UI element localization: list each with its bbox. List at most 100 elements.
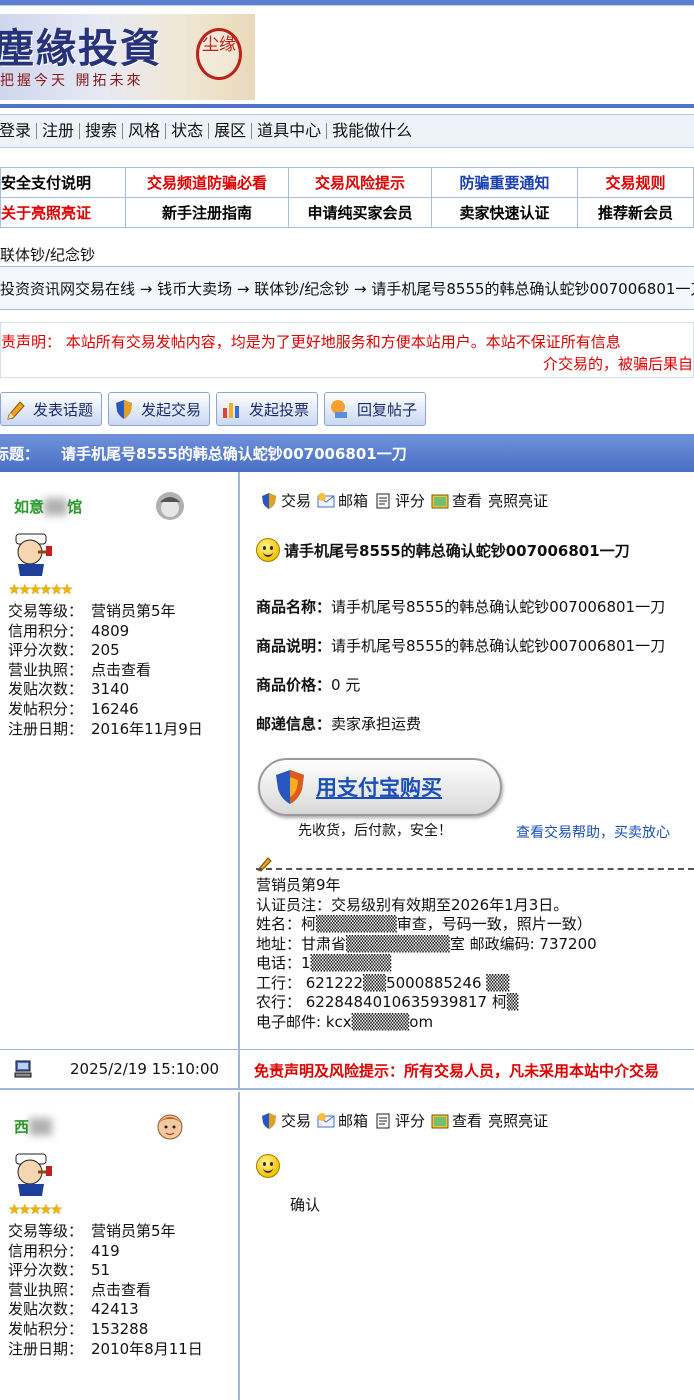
category-label[interactable]: 联体钞/纪念钞 <box>0 244 95 265</box>
nav-help[interactable]: 我能做什么 <box>327 123 417 139</box>
info-value: 16246 <box>91 699 139 718</box>
goods-row: 商品说明：请手机尾号8555的韩总确认蛇钞007006801一刀 <box>256 635 665 655</box>
goods-key: 商品价格： <box>256 676 332 694</box>
info-value: 营销员第5年 <box>91 602 176 620</box>
info-row: 交易等级： 营销员第5年 <box>8 1222 203 1242</box>
top-stripe <box>0 0 694 6</box>
rate-tool[interactable]: 评分 <box>374 1110 425 1131</box>
quick-link[interactable]: 申请纯买家会员 <box>288 197 432 228</box>
info-value: 419 <box>91 1241 120 1260</box>
view-tool[interactable]: 查看 <box>431 490 482 511</box>
avatar <box>156 492 184 520</box>
quick-link[interactable]: 新手注册指南 <box>125 197 289 228</box>
info-value: 2010年8月11日 <box>91 1339 203 1358</box>
nav-style[interactable]: 风格 <box>123 123 167 139</box>
info-row: 注册日期： 2010年8月11日 <box>8 1340 203 1360</box>
license-link[interactable]: 点击查看 <box>91 661 151 681</box>
disclaimer-line1: 责声明： 本站所有交易发帖内容，均是为了更好地服务和方便本站用户。本站不保证所有… <box>1 333 621 351</box>
info-value: 4809 <box>91 621 130 640</box>
info-value: 51 <box>91 1261 111 1280</box>
trade-tool-label: 交易 <box>281 492 312 510</box>
info-row: 发帖积分： 153288 <box>8 1320 203 1340</box>
post-content: 交易 邮箱 评分 查看 亮照亮证 请手机尾号8555的韩总确认蛇钞0070068… <box>242 472 694 1049</box>
topic-title: 请手机尾号8555的韩总确认蛇钞007006801一刀 <box>61 444 407 463</box>
quick-link[interactable]: 防骗重要通知 <box>431 167 578 198</box>
post-subject-text: 请手机尾号8555的韩总确认蛇钞007006801一刀 <box>284 541 630 560</box>
reply-author-name-blurred: ▒▒ <box>29 1118 53 1136</box>
action-buttons: 发表话题 发起交易 发起投票 回复帖子 <box>0 392 427 428</box>
info-row: 评分次数： 51 <box>8 1261 203 1281</box>
mail-tool-label: 邮箱 <box>338 1112 369 1130</box>
info-key: 注册日期： <box>8 1339 84 1358</box>
view-tool-label: 查看 <box>452 1112 483 1130</box>
avatar <box>157 1114 183 1140</box>
info-row: 评分次数： 205 <box>8 641 203 661</box>
risk-disclaimer[interactable]: 免责声明及风险提示：所有交易人员，凡未采用本站中介交易 <box>254 1060 659 1081</box>
quick-link[interactable]: 安全支付说明 <box>0 167 126 198</box>
site-logo[interactable]: 塵緣投資 把握今天 開拓未來 尘缘 <box>0 14 255 100</box>
alipay-buy-button[interactable]: 用支付宝购买 <box>258 758 502 816</box>
bar-chart-icon <box>223 403 240 418</box>
nav-status[interactable]: 状态 <box>166 123 210 139</box>
info-value: 42413 <box>91 1300 139 1319</box>
quick-link[interactable]: 交易频道防骗必看 <box>125 167 289 198</box>
quick-link[interactable]: 推荐新会员 <box>577 197 694 228</box>
new-poll-button[interactable]: 发起投票 <box>216 392 319 426</box>
reply-button[interactable]: 回复帖子 <box>324 392 427 426</box>
nav-search[interactable]: 搜索 <box>80 123 124 139</box>
trade-tool[interactable]: 交易 <box>260 1110 311 1131</box>
nav-props-center[interactable]: 道具中心 <box>252 123 328 139</box>
license-link[interactable]: 点击查看 <box>91 1281 151 1301</box>
info-key: 信用积分： <box>8 621 84 640</box>
pay-hint: 先收货，后付款，安全！ <box>298 823 452 839</box>
signature-line: 农行： 6228484010635939817 柯▒ <box>256 993 519 1011</box>
show-license-tool[interactable]: 亮照亮证 <box>488 1110 548 1131</box>
document-icon <box>376 493 390 508</box>
trade-tool[interactable]: 交易 <box>260 490 311 511</box>
rate-tool[interactable]: 评分 <box>374 490 425 511</box>
info-row: 交易等级： 营销员第5年 <box>8 602 203 622</box>
nav-exhibit[interactable]: 展区 <box>209 123 253 139</box>
mail-tool[interactable]: 邮箱 <box>317 490 368 511</box>
view-tool[interactable]: 查看 <box>431 1110 482 1131</box>
mail-tool-label: 邮箱 <box>338 492 369 510</box>
quick-link[interactable]: 交易规则 <box>577 167 694 198</box>
info-row: 信用积分： 419 <box>8 1242 203 1262</box>
signature-line: 姓名：柯▒▒▒▒▒▒▒审查，号码一致，照片一致） <box>256 915 592 933</box>
info-key: 评分次数： <box>8 641 84 660</box>
show-license-tool[interactable]: 亮照亮证 <box>488 490 548 511</box>
new-topic-label: 发表话题 <box>33 400 94 419</box>
quick-link[interactable]: 交易风险提示 <box>288 167 432 198</box>
author-name-prefix: 如意 <box>14 498 45 516</box>
pencil-icon <box>7 401 25 420</box>
nav-register[interactable]: 注册 <box>37 123 81 139</box>
nav-login[interactable]: 登录 <box>0 123 38 139</box>
reply-text: 确认 <box>256 1194 320 1215</box>
author-name[interactable]: 如意▒▒馆 <box>14 496 82 517</box>
breadcrumb-path[interactable]: 投资资讯网交易在线 → 钱币大卖场 → 联体钞/纪念钞 → 请手机尾号8555的… <box>0 278 694 299</box>
goods-key: 商品说明： <box>256 637 332 655</box>
rank-stars: ★★★★★ <box>8 1202 63 1218</box>
topic-title-label: 标题： <box>0 444 40 463</box>
pay-help-link[interactable]: 查看交易帮助，买卖放心 <box>516 822 670 842</box>
rank-stars: ★★★★★★ <box>8 582 73 598</box>
new-topic-button[interactable]: 发表话题 <box>0 392 103 426</box>
new-trade-button[interactable]: 发起交易 <box>108 392 211 426</box>
info-row: 营业执照： 点击查看 <box>8 661 203 681</box>
goods-key: 商品名称： <box>256 598 332 616</box>
mail-tool[interactable]: 邮箱 <box>317 1110 368 1131</box>
reply-body: 确认 <box>290 1196 321 1214</box>
reply-author-name[interactable]: 西▒▒ <box>14 1116 52 1137</box>
info-row: 发贴次数： 3140 <box>8 680 203 700</box>
header-divider <box>0 104 694 108</box>
shield-icon <box>276 770 304 804</box>
goods-value: 请手机尾号8555的韩总确认蛇钞007006801一刀 <box>331 637 666 655</box>
quick-link[interactable]: 卖家快速认证 <box>431 197 578 228</box>
info-key: 营业执照： <box>8 1280 84 1299</box>
info-value: 2016年11月9日 <box>91 719 203 738</box>
goods-value: 卖家承担运费 <box>331 715 422 733</box>
post-tools: 交易 邮箱 评分 查看 亮照亮证 <box>260 490 554 511</box>
quick-link[interactable]: 关于亮照亮证 <box>0 197 126 228</box>
reply-author-name-prefix: 西 <box>14 1118 30 1136</box>
info-value: 3140 <box>91 680 130 699</box>
